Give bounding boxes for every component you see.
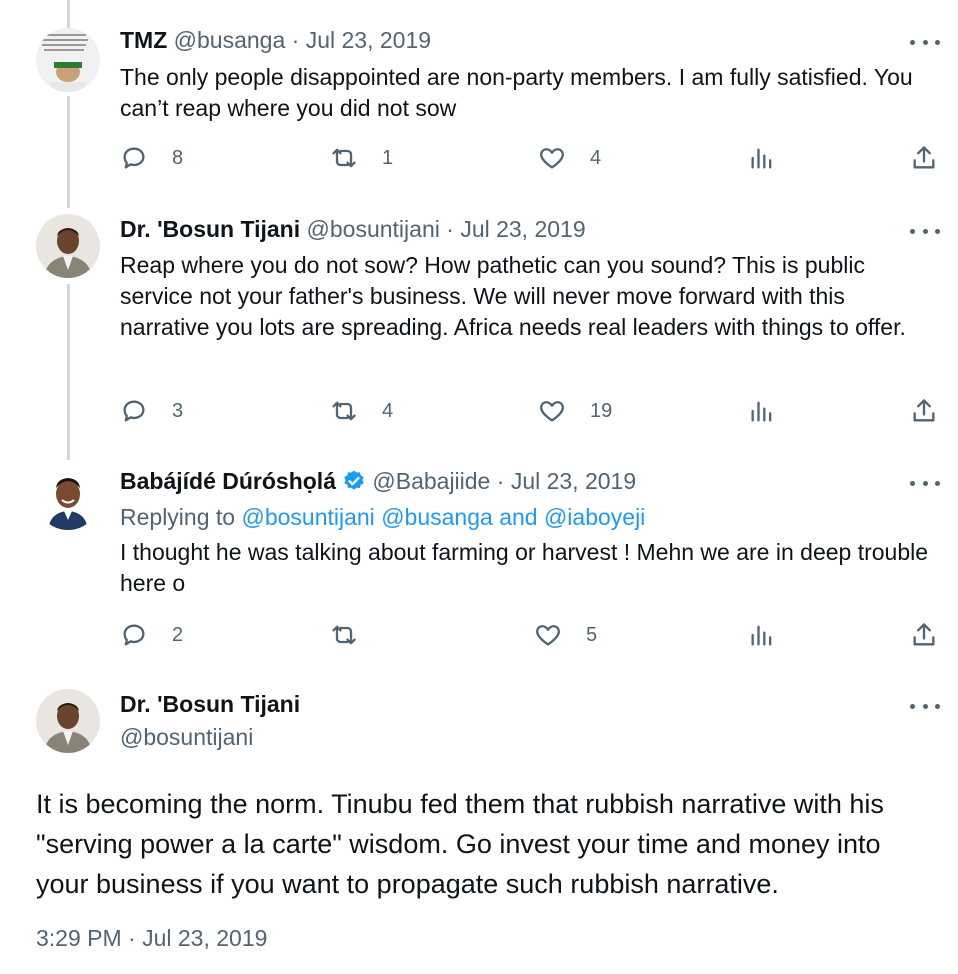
- author-handle[interactable]: @bosuntijani: [307, 216, 440, 242]
- share-icon: [913, 399, 935, 422]
- like-icon: [540, 401, 564, 422]
- author-handle[interactable]: @bosuntijani: [120, 724, 253, 751]
- views-button[interactable]: [748, 621, 776, 649]
- retweet-icon: [332, 625, 356, 645]
- share-icon: [913, 623, 935, 646]
- reply-button[interactable]: 8: [120, 144, 183, 172]
- views-button[interactable]: [748, 397, 776, 425]
- replying-prefix: Replying to: [120, 504, 236, 530]
- tweet-header: Dr. 'Bosun Tijani @bosuntijani · Jul 23,…: [120, 216, 586, 243]
- mention-and[interactable]: and: [499, 504, 537, 530]
- tweet-text: Reap where you do not sow? How pathetic …: [120, 252, 906, 340]
- separator: ·: [446, 216, 454, 242]
- reply-button[interactable]: 2: [120, 621, 183, 649]
- retweet-button[interactable]: 4: [330, 397, 393, 425]
- reply-icon: [123, 624, 145, 646]
- author-name[interactable]: Dr. 'Bosun Tijani: [120, 216, 300, 242]
- tweet-date[interactable]: Jul 23, 2019: [460, 216, 585, 242]
- like-count: 19: [590, 399, 613, 422]
- mention-link[interactable]: @busanga: [381, 504, 493, 530]
- tweet-timestamp[interactable]: 3:29 PM · Jul 23, 2019: [36, 925, 267, 952]
- like-icon: [536, 625, 560, 646]
- mention-link[interactable]: @iaboyeji: [544, 504, 645, 530]
- author-name[interactable]: Dr. 'Bosun Tijani: [120, 691, 300, 718]
- views-icon: [751, 148, 772, 169]
- action-bar: 3 4 19: [120, 397, 940, 427]
- author-name[interactable]: Babájídé Dúróshọlá: [120, 468, 336, 494]
- retweet-icon: [332, 401, 356, 421]
- share-icon: [913, 146, 935, 169]
- author-handle[interactable]: @Babajiide: [372, 468, 490, 494]
- like-button[interactable]: 4: [538, 144, 601, 172]
- like-button[interactable]: 19: [538, 397, 612, 425]
- tweet-header: Babájídé Dúróshọlá @Babajiide · Jul 23, …: [120, 468, 636, 495]
- views-button[interactable]: [748, 144, 776, 172]
- share-button[interactable]: [910, 144, 938, 172]
- reply-icon: [123, 147, 145, 169]
- avatar[interactable]: [36, 466, 100, 530]
- author-handle[interactable]: @busanga: [174, 27, 286, 53]
- mention-link[interactable]: @bosuntijani: [241, 504, 374, 530]
- views-icon: [751, 401, 772, 422]
- avatar[interactable]: [36, 214, 100, 278]
- avatar[interactable]: [36, 28, 100, 92]
- separator: ·: [291, 27, 300, 53]
- thread-line-1: [67, 96, 70, 208]
- tweet-text: It is becoming the norm. Tinubu fed them…: [36, 789, 884, 899]
- avatar[interactable]: [36, 689, 100, 753]
- reply-icon: [123, 400, 145, 422]
- author-name[interactable]: TMZ: [120, 27, 167, 53]
- share-button[interactable]: [910, 621, 938, 649]
- like-count: 5: [586, 623, 598, 646]
- verified-badge-icon: [344, 470, 364, 490]
- tweet-header: TMZ @busanga · Jul 23, 2019: [120, 27, 431, 54]
- tweet-text: I thought he was talking about farming o…: [120, 539, 929, 596]
- action-bar: 8 1 4: [120, 144, 940, 174]
- retweet-count: 1: [382, 146, 394, 169]
- reply-count: 8: [172, 146, 184, 169]
- tweet-text: The only people disappointed are non-par…: [120, 64, 913, 121]
- like-icon: [540, 148, 564, 169]
- more-icon[interactable]: [910, 221, 940, 241]
- like-button[interactable]: 5: [534, 621, 597, 649]
- tweet-date[interactable]: Jul 23, 2019: [511, 468, 636, 494]
- thread-line-top: [67, 0, 70, 28]
- retweet-button[interactable]: [330, 621, 382, 649]
- action-bar: 2 5: [120, 621, 940, 651]
- separator: ·: [496, 468, 505, 494]
- replying-to: Replying to @bosuntijani @busanga and @i…: [120, 504, 645, 531]
- reply-count: 3: [172, 399, 184, 422]
- retweet-count: 4: [382, 399, 394, 422]
- more-icon[interactable]: [910, 32, 940, 52]
- tweet-date[interactable]: Jul 23, 2019: [306, 27, 431, 53]
- views-icon: [751, 625, 772, 646]
- retweet-icon: [332, 148, 356, 168]
- reply-button[interactable]: 3: [120, 397, 183, 425]
- thread-line-2: [67, 284, 70, 460]
- more-icon[interactable]: [910, 696, 940, 716]
- reply-count: 2: [172, 623, 184, 646]
- like-count: 4: [590, 146, 602, 169]
- retweet-button[interactable]: 1: [330, 144, 393, 172]
- share-button[interactable]: [910, 397, 938, 425]
- more-icon[interactable]: [910, 473, 940, 493]
